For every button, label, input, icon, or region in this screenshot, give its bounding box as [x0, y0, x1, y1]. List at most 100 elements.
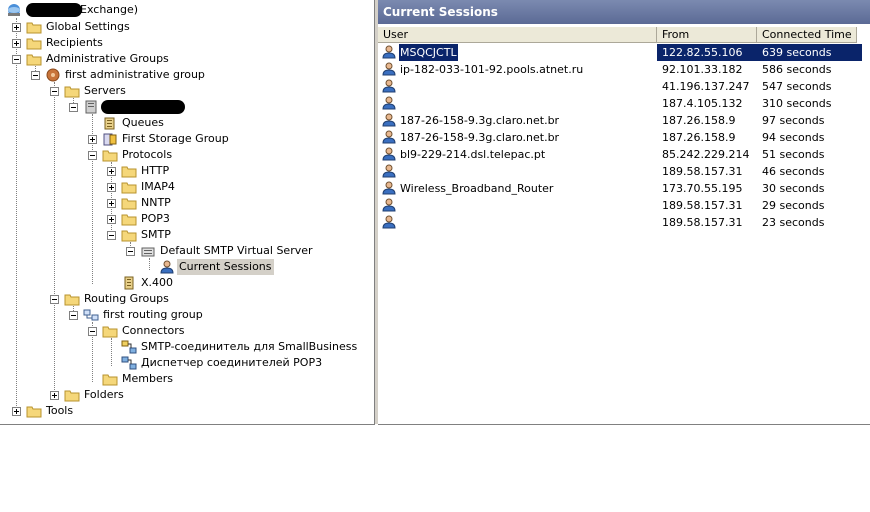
- collapse-icon[interactable]: [50, 87, 59, 96]
- collapse-icon[interactable]: [69, 311, 78, 320]
- tree-label: Recipients: [46, 36, 103, 49]
- collapse-icon[interactable]: [69, 103, 78, 112]
- cell-from: 122.82.55.106: [657, 44, 762, 61]
- tree-label: Queues: [122, 116, 164, 129]
- tree-label: POP3: [141, 212, 170, 225]
- redacted-text: [101, 100, 185, 114]
- expand-icon[interactable]: [12, 39, 21, 48]
- table-row[interactable]: 189.58.157.31 29 seconds: [378, 197, 858, 214]
- tree-label: Folders: [84, 388, 124, 401]
- user-icon: [382, 130, 396, 144]
- table-row[interactable]: 187-26-158-9.3g.claro.net.br 187.26.158.9…: [378, 129, 858, 146]
- expand-icon[interactable]: [50, 391, 59, 400]
- tree-label: first administrative group: [65, 68, 205, 81]
- user-name: Wireless_Broadband_Router: [400, 182, 554, 195]
- cell-user: [382, 95, 656, 112]
- tree-line: [111, 338, 112, 366]
- collapse-icon[interactable]: [107, 231, 116, 240]
- user-icon: [382, 198, 396, 212]
- cell-from: 189.58.157.31: [662, 199, 743, 212]
- expand-icon[interactable]: [107, 167, 116, 176]
- folder-open-icon: [64, 84, 80, 98]
- expand-icon[interactable]: [107, 199, 116, 208]
- column-header-connected-time[interactable]: Connected Time: [757, 27, 857, 43]
- server-icon: [83, 100, 99, 114]
- table-row[interactable]: 189.58.157.31 23 seconds: [378, 214, 858, 231]
- exchange-server-icon: [6, 3, 22, 17]
- cell-user: [382, 78, 656, 95]
- tree-label: Administrative Groups: [46, 52, 169, 65]
- expand-icon[interactable]: [107, 215, 116, 224]
- user-icon: [382, 96, 396, 110]
- cell-connected-time: 94 seconds: [762, 131, 825, 144]
- folder-icon: [121, 180, 137, 194]
- column-header-user[interactable]: User: [378, 27, 657, 43]
- user-icon: [382, 45, 396, 59]
- storage-group-icon: [102, 132, 118, 146]
- cell-from: 189.58.157.31: [662, 216, 743, 229]
- cell-connected-time: 46 seconds: [762, 165, 825, 178]
- folder-open-icon: [64, 292, 80, 306]
- cell-connected-time: 586 seconds: [762, 63, 832, 76]
- cell-user: 187-26-158-9.3g.claro.net.br: [382, 129, 656, 146]
- user-icon: [382, 79, 396, 93]
- tree-label: SMTP: [141, 228, 171, 241]
- root-label: Exchange): [80, 3, 139, 16]
- table-row[interactable]: 41.196.137.247 547 seconds: [378, 78, 858, 95]
- table-row[interactable]: bl9-229-214.dsl.telepac.pt 85.242.229.214…: [378, 146, 858, 163]
- tree-label: Protocols: [122, 148, 173, 161]
- folder-icon: [121, 164, 137, 178]
- cell-from: 173.70.55.195: [662, 182, 743, 195]
- tree-label: Default SMTP Virtual Server: [160, 244, 313, 257]
- queues-icon: [102, 116, 118, 130]
- cell-from: 41.196.137.247: [662, 80, 750, 93]
- tree-line: [16, 18, 17, 412]
- tree-label: Connectors: [122, 324, 185, 337]
- expand-icon[interactable]: [12, 23, 21, 32]
- expand-icon[interactable]: [88, 135, 97, 144]
- tree-label: IMAP4: [141, 180, 175, 193]
- cell-user: [382, 197, 656, 214]
- table-row[interactable]: 187-26-158-9.3g.claro.net.br 187.26.158.9…: [378, 112, 858, 129]
- x400-icon: [121, 276, 137, 290]
- collapse-icon[interactable]: [31, 71, 40, 80]
- admin-group-icon: [45, 68, 61, 82]
- table-row[interactable]: 187.4.105.132 310 seconds: [378, 95, 858, 112]
- user-icon: [382, 62, 396, 76]
- tree-label: Диспетчер соединителей POP3: [141, 356, 323, 369]
- cell-user: [382, 214, 656, 231]
- folder-icon: [26, 36, 42, 50]
- cell-user: MSQCJCTL: [382, 43, 656, 62]
- tree-line: [54, 82, 55, 398]
- collapse-icon[interactable]: [12, 55, 21, 64]
- table-row[interactable]: ip-182-033-101-92.pools.atnet.ru 92.101.3…: [378, 61, 858, 78]
- cell-connected-time: 97 seconds: [762, 114, 825, 127]
- cell-from: 85.242.229.214: [662, 148, 750, 161]
- folder-icon: [121, 196, 137, 210]
- connector-icon: [121, 340, 137, 354]
- user-name: 187-26-158-9.3g.claro.net.br: [400, 114, 560, 127]
- collapse-icon[interactable]: [126, 247, 135, 256]
- cell-from: 187.26.158.9: [662, 131, 736, 144]
- cell-connected-time: 23 seconds: [762, 216, 825, 229]
- collapse-icon[interactable]: [50, 295, 59, 304]
- routing-group-icon: [83, 308, 99, 322]
- cell-user: [382, 163, 656, 180]
- cell-from: 92.101.33.182: [662, 63, 743, 76]
- collapse-icon[interactable]: [88, 327, 97, 336]
- table-row[interactable]: 189.58.157.31 46 seconds: [378, 163, 858, 180]
- collapse-icon[interactable]: [88, 151, 97, 160]
- table-row[interactable]: Wireless_Broadband_Router 173.70.55.195 30…: [378, 180, 858, 197]
- user-name: bl9-229-214.dsl.telepac.pt: [400, 148, 546, 161]
- user-icon: [382, 113, 396, 127]
- expand-icon[interactable]: [12, 407, 21, 416]
- user-icon: [159, 260, 175, 274]
- user-icon: [382, 215, 396, 229]
- user-name: MSQCJCTL: [398, 43, 459, 62]
- tree-line: [149, 258, 150, 270]
- table-row[interactable]: MSQCJCTL 122.82.55.106 639 seconds: [378, 43, 862, 62]
- column-header-from[interactable]: From: [657, 27, 757, 43]
- expand-icon[interactable]: [107, 183, 116, 192]
- cell-connected-time: 639 seconds: [757, 44, 862, 61]
- connector-icon: [121, 356, 137, 370]
